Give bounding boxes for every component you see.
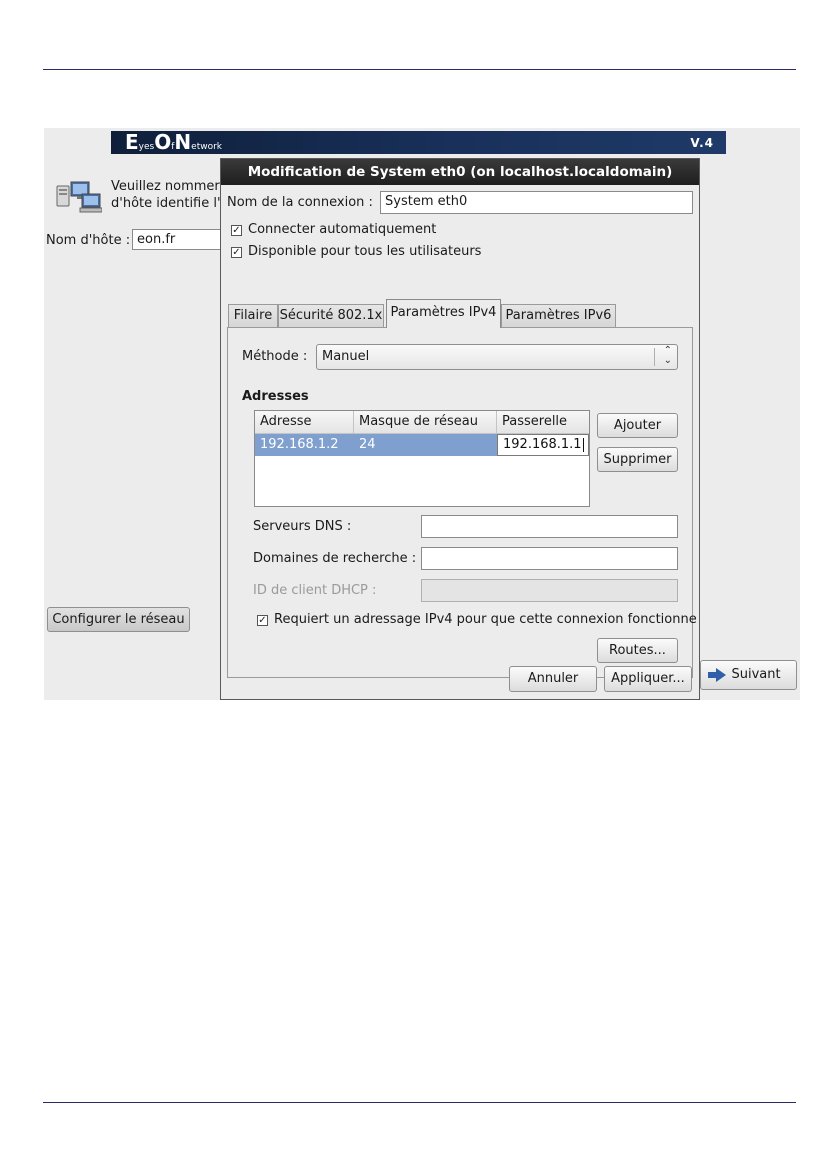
all-users-label: Disponible pour tous les utilisateurs [248, 244, 482, 259]
all-users-checkbox[interactable]: ✓ [231, 247, 242, 258]
dns-servers-label: Serveurs DNS : [253, 519, 352, 534]
address-cell[interactable]: 192.168.1.2 [255, 434, 354, 456]
ipv4-settings-panel: Méthode : Manuel ⌃ ⌄ Adresses Adresse Mas… [227, 327, 697, 678]
right-arrow-icon [708, 667, 727, 682]
tab-ipv6-settings[interactable]: Paramètres IPv6 [501, 304, 616, 327]
hostname-prompt: Veuillez nommer d'hôte identifie l'c [111, 179, 228, 211]
tab-wired[interactable]: Filaire [228, 304, 278, 327]
page-footer-rule [43, 1102, 796, 1103]
routes-button[interactable]: Routes... [597, 638, 678, 663]
table-row[interactable]: 192.168.1.2 24 192.168.1.1 [255, 434, 589, 456]
dhcp-client-id-input[interactable] [421, 579, 678, 602]
tab-8021x-security[interactable]: Sécurité 802.1x [278, 304, 384, 327]
tab-ipv4-settings[interactable]: Paramètres IPv4 [386, 299, 501, 328]
search-domains-input[interactable] [421, 547, 678, 570]
remove-address-button[interactable]: Supprimer [597, 447, 678, 472]
method-select[interactable]: Manuel ⌃ ⌄ [316, 344, 678, 370]
column-netmask[interactable]: Masque de réseau [354, 411, 497, 434]
network-computers-icon [56, 181, 102, 213]
cancel-button[interactable]: Annuler [509, 666, 597, 692]
add-address-button[interactable]: Ajouter [597, 413, 678, 438]
dialog-title: Modification de System eth0 (on localhos… [221, 159, 699, 185]
auto-connect-checkbox[interactable]: ✓ [231, 225, 242, 236]
page-header-rule [43, 69, 796, 70]
auto-connect-label: Connecter automatiquement [248, 222, 437, 237]
require-ipv4-checkbox[interactable]: ✓ [257, 615, 268, 626]
next-button[interactable]: Suivant [700, 660, 797, 690]
method-label: Méthode : [242, 349, 308, 364]
version-label: V.4 [690, 136, 714, 150]
dns-servers-input[interactable] [421, 515, 678, 538]
require-ipv4-label: Requiert un adressage IPv4 pour que cett… [274, 612, 697, 627]
gateway-cell-editor[interactable]: 192.168.1.1 [497, 434, 589, 456]
hostname-label: Nom d'hôte : [46, 233, 131, 248]
connection-name-input[interactable]: System eth0 [380, 191, 693, 214]
addresses-heading: Adresses [242, 389, 309, 404]
dhcp-client-id-label: ID de client DHCP : [253, 583, 377, 598]
edit-connection-dialog: Modification de System eth0 (on localhos… [220, 158, 700, 700]
apply-button[interactable]: Appliquer... [604, 666, 692, 692]
configure-network-button[interactable]: Configurer le réseau [47, 607, 190, 632]
search-domains-label: Domaines de recherche : [253, 551, 417, 566]
column-gateway[interactable]: Passerelle [497, 411, 589, 434]
hostname-input[interactable]: eon.fr [132, 229, 232, 250]
installer-screenshot: EyesOfNetwork V.4 Veuillez nommer d'hôte… [44, 128, 800, 700]
connection-name-label: Nom de la connexion : [227, 195, 373, 210]
eon-logo: EyesOfNetwork [125, 130, 223, 154]
eon-banner: EyesOfNetwork V.4 [111, 131, 726, 154]
column-address[interactable]: Adresse [255, 411, 354, 434]
netmask-cell[interactable]: 24 [354, 434, 497, 456]
up-down-icon: ⌃ ⌄ [663, 345, 672, 366]
addresses-table[interactable]: Adresse Masque de réseau Passerelle 192.… [254, 410, 590, 507]
